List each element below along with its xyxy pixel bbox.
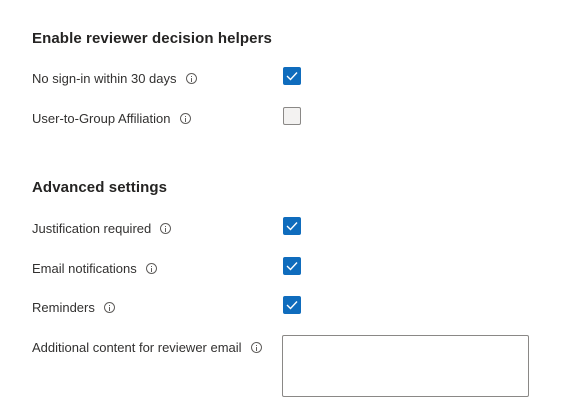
setting-label-email-notifications: Email notifications (32, 261, 137, 276)
info-icon[interactable] (103, 302, 115, 313)
section-title-advanced-settings: Advanced settings (32, 179, 168, 196)
info-icon[interactable] (179, 113, 191, 124)
info-icon[interactable] (250, 342, 262, 353)
checkmark-icon (286, 301, 298, 310)
setting-label-group: Email notifications (32, 261, 157, 276)
info-icon[interactable] (145, 263, 157, 274)
checkbox-reminders[interactable] (283, 296, 301, 314)
setting-row-user-group-affiliation: User-to-Group Affiliation (0, 107, 562, 131)
section-title-reviewer-helpers: Enable reviewer decision helpers (32, 30, 272, 47)
additional-content-textarea[interactable] (282, 335, 529, 397)
checkbox-user-group-affiliation[interactable] (283, 107, 301, 125)
checkbox-no-signin[interactable] (283, 67, 301, 85)
checkbox-email-notifications[interactable] (283, 257, 301, 275)
review-settings-panel: Enable reviewer decision helpers No sign… (0, 0, 562, 420)
setting-label-group: Additional content for reviewer email (32, 340, 262, 355)
setting-row-no-signin: No sign-in within 30 days (0, 67, 562, 91)
setting-label-additional-content: Additional content for reviewer email (32, 340, 242, 355)
setting-label-group: User-to-Group Affiliation (32, 111, 191, 126)
setting-label-reminders: Reminders (32, 300, 95, 315)
info-icon[interactable] (185, 73, 197, 84)
info-icon[interactable] (160, 223, 172, 234)
setting-row-reminders: Reminders (0, 296, 562, 320)
setting-label-group: Reminders (32, 300, 115, 315)
checkmark-icon (286, 72, 298, 81)
setting-row-email-notifications: Email notifications (0, 257, 562, 281)
setting-label-justification-required: Justification required (32, 221, 152, 236)
setting-label-group: No sign-in within 30 days (32, 71, 197, 86)
setting-label-user-group-affiliation: User-to-Group Affiliation (32, 111, 171, 126)
setting-label-group: Justification required (32, 221, 172, 236)
checkmark-icon (286, 222, 298, 231)
setting-row-justification-required: Justification required (0, 217, 562, 241)
checkmark-icon (286, 262, 298, 271)
checkbox-justification-required[interactable] (283, 217, 301, 235)
setting-label-no-signin: No sign-in within 30 days (32, 71, 177, 86)
